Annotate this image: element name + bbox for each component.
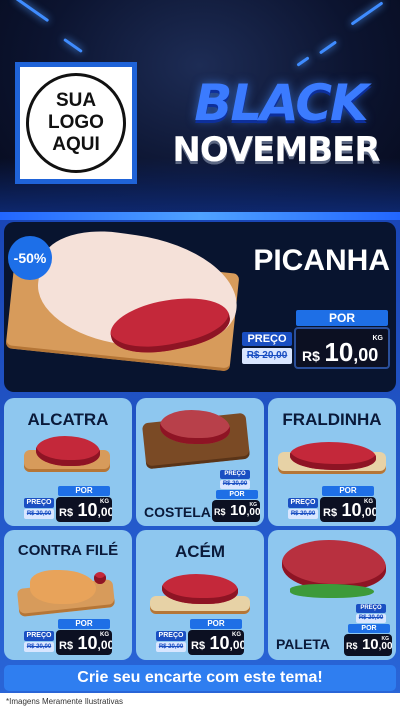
currency: R$	[323, 507, 338, 519]
por-label: POR	[190, 619, 242, 629]
title-black: BLACK	[194, 74, 369, 132]
price-decimal: ,00	[229, 638, 244, 652]
price-integer: 10	[229, 502, 247, 519]
old-price: R$ 20,00	[356, 614, 386, 623]
currency: R$	[214, 507, 226, 517]
disclaimer-text: *Imagens Meramente Ilustrativas	[0, 693, 400, 711]
currency: R$	[59, 507, 74, 519]
product-name: COSTELA	[144, 504, 211, 520]
price-box: R$ 10,00 KG	[344, 634, 392, 656]
price-integer: 10	[361, 636, 379, 653]
por-label: POR	[348, 624, 390, 633]
price-unit: KG	[381, 636, 390, 642]
contra-file-image	[30, 570, 96, 604]
price-box: R$ 10,00 KG	[188, 630, 244, 655]
price-decimal: ,00	[97, 505, 112, 519]
currency: R$	[346, 641, 358, 651]
logo-text-line2: LOGO	[48, 112, 104, 133]
title-november: NOVEMBER	[172, 130, 380, 170]
price-decimal: ,00	[378, 641, 392, 652]
preco-label: PREÇO	[24, 498, 54, 508]
por-label: POR	[58, 486, 110, 496]
price-box: R$ 10,00 KG	[320, 497, 376, 522]
header-divider	[0, 212, 400, 220]
neon-light	[350, 1, 384, 26]
currency: R$	[59, 640, 74, 652]
price-decimal: ,00	[97, 638, 112, 652]
price-box: R$ 10,00 KG	[56, 630, 112, 655]
discount-badge: -50%	[8, 236, 52, 280]
price-unit: KG	[249, 502, 258, 508]
product-name: ALCATRA	[27, 410, 109, 429]
tomato-image	[94, 572, 106, 584]
product-name: FRALDINHA	[282, 410, 382, 429]
hero-old-price: R$ 20,00	[242, 348, 292, 364]
old-price: R$ 20,00	[220, 480, 250, 489]
price-box: R$ 10,00 KG	[56, 497, 112, 522]
price-unit: KG	[364, 499, 373, 505]
costela-image	[160, 410, 230, 444]
price-integer: 10	[324, 337, 354, 367]
price-integer: 10	[341, 500, 362, 520]
logo-text-line3: AQUI	[52, 134, 100, 155]
currency: R$	[302, 348, 320, 364]
price-box: R$ 10,00 KG	[212, 500, 260, 522]
price-unit: KG	[372, 335, 384, 342]
product-name: ACÉM	[174, 542, 226, 561]
old-price: R$ 20,00	[156, 642, 186, 652]
por-label: POR	[216, 490, 258, 499]
price-unit: KG	[100, 632, 109, 638]
price-decimal: ,00	[353, 345, 379, 365]
hero-por-label: POR	[296, 310, 388, 326]
hero-preco-label: PREÇO	[242, 332, 292, 346]
logo-circle: SUA LOGO AQUI	[26, 73, 126, 173]
por-label: POR	[322, 486, 374, 496]
acem-image	[162, 574, 238, 604]
price-unit: KG	[100, 499, 109, 505]
old-price: R$ 20,00	[24, 642, 54, 652]
neon-light	[318, 40, 338, 55]
product-name: CONTRA FILÉ	[17, 542, 119, 559]
alcatra-image	[36, 436, 100, 466]
old-price: R$ 20,00	[288, 509, 318, 519]
product-name: PALETA	[276, 636, 330, 652]
header-banner: SUA LOGO AQUI BLACK NOVEMBER	[0, 0, 400, 218]
greens-garnish	[290, 584, 374, 598]
price-integer: 10	[209, 633, 230, 653]
preco-label: PREÇO	[220, 470, 250, 479]
hero-price-box: R$ 10,00 KG	[294, 327, 390, 369]
preco-label: PREÇO	[356, 604, 386, 613]
por-label: POR	[58, 619, 110, 629]
logo-placeholder[interactable]: SUA LOGO AQUI	[15, 62, 137, 184]
neon-light	[14, 0, 50, 23]
price-decimal: ,00	[246, 507, 260, 518]
fraldinha-image	[290, 442, 376, 470]
old-price: R$ 20,00	[24, 509, 54, 519]
logo-text-line1: SUA	[55, 90, 97, 111]
cta-button[interactable]: Crie seu encarte com este tema!	[4, 665, 396, 691]
currency: R$	[191, 640, 206, 652]
price-integer: 10	[77, 633, 98, 653]
price-decimal: ,00	[361, 505, 376, 519]
neon-light	[63, 37, 83, 54]
neon-light	[296, 56, 310, 67]
preco-label: PREÇO	[156, 631, 186, 641]
preco-label: PREÇO	[24, 631, 54, 641]
price-unit: KG	[232, 632, 241, 638]
hero-product-name: PICANHA	[253, 244, 390, 277]
preco-label: PREÇO	[288, 498, 318, 508]
price-integer: 10	[77, 500, 98, 520]
